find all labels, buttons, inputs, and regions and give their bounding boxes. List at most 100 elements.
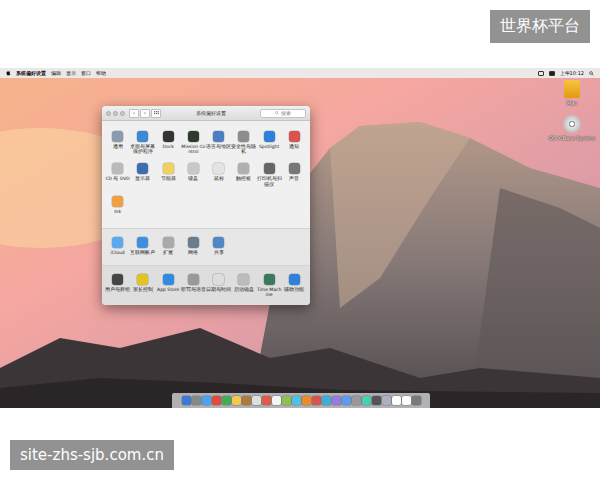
window-title: 系统偏好设置 [165, 110, 256, 116]
show-all-button[interactable] [151, 109, 161, 118]
nav-button[interactable]: › [140, 109, 150, 118]
preference-pane[interactable]: 通用 [105, 131, 130, 154]
preference-pane[interactable]: 听写与语音 [181, 274, 206, 297]
dock-app-icon[interactable] [192, 396, 201, 405]
pane-icon [137, 274, 148, 285]
dock-app-icon[interactable] [252, 396, 261, 405]
pane-label: 节能器 [161, 176, 176, 181]
preference-pane[interactable]: 启动磁盘 [231, 274, 256, 297]
preference-pane[interactable]: 桌面与屏幕保护程序 [130, 131, 155, 154]
preference-pane[interactable]: App Store [156, 274, 181, 297]
dock-app-icon[interactable] [272, 396, 281, 405]
preference-pane[interactable]: 用户与群组 [105, 274, 130, 297]
preference-pane[interactable]: 键盘 [181, 163, 206, 186]
preference-pane[interactable]: 家长控制 [130, 274, 155, 297]
preference-pane[interactable]: 网络 [181, 237, 206, 255]
preference-pane[interactable]: 互联网帐户 [130, 237, 155, 255]
system-preferences-window: ‹› 系统偏好设置搜索通用桌面与屏幕保护程序DockMission Control… [102, 106, 310, 305]
pane-label: 辅助功能 [284, 287, 304, 292]
dock-app-icon[interactable] [332, 396, 341, 405]
apple-icon[interactable] [6, 70, 11, 76]
dock-app-icon[interactable] [202, 396, 211, 405]
disc-icon [563, 115, 581, 133]
pane-label: 网络 [188, 250, 198, 255]
pane-icon [163, 237, 174, 248]
preference-pane[interactable]: 共享 [206, 237, 231, 255]
pane-label: 鼠标 [214, 176, 224, 181]
pane-icon [238, 163, 249, 174]
preference-pane[interactable]: 鼠标 [206, 163, 231, 186]
dock-app-icon[interactable] [222, 396, 231, 405]
close-button[interactable] [106, 111, 111, 116]
watermark: site-zhs-sjb.com.cn [10, 440, 174, 470]
minimize-button[interactable] [113, 111, 118, 116]
input-icon[interactable] [549, 71, 555, 76]
preference-pane[interactable]: Ink [105, 196, 130, 214]
pane-icon [238, 131, 249, 142]
pane-label: Spotlight [259, 144, 279, 149]
pane-icon [112, 274, 123, 285]
dock-app-icon[interactable] [372, 396, 381, 405]
desktop-icon[interactable]: OS X Base System [548, 115, 596, 141]
dock-app-icon[interactable] [262, 396, 271, 405]
pane-label: CD 与 DVD [105, 176, 129, 181]
pane-icon [264, 163, 275, 174]
preference-pane[interactable]: 节能器 [156, 163, 181, 186]
dock-app-icon[interactable] [212, 396, 221, 405]
preference-pane[interactable]: 日期与时间 [206, 274, 231, 297]
preference-pane[interactable]: 显示器 [130, 163, 155, 186]
menu-item[interactable]: 帮助 [96, 70, 106, 76]
dock-app-icon[interactable] [312, 396, 321, 405]
menu-item[interactable]: 窗口 [81, 70, 91, 76]
menu-app-name[interactable]: 系统偏好设置 [16, 70, 46, 76]
pane-icon [137, 163, 148, 174]
dock-app-icon[interactable] [412, 396, 421, 405]
pane-icon [264, 131, 275, 142]
dock-app-icon[interactable] [362, 396, 371, 405]
menu-item[interactable]: 编辑 [51, 70, 61, 76]
spotlight-icon[interactable] [589, 71, 594, 76]
pane-icon [137, 237, 148, 248]
preference-pane[interactable]: 辅助功能 [282, 274, 307, 297]
dock-app-icon[interactable] [302, 396, 311, 405]
desktop-icon[interactable]: Mac [548, 80, 596, 106]
dock-app-icon[interactable] [392, 396, 401, 405]
pane-label: 听写与语音 [181, 287, 206, 292]
pane-icon [188, 163, 199, 174]
search-field[interactable]: 搜索 [260, 109, 306, 118]
menu-clock[interactable]: 上午10:12 [560, 70, 584, 76]
preference-pane[interactable]: Mission Control [181, 131, 206, 154]
preference-pane[interactable]: 扩展 [156, 237, 181, 255]
search-icon [275, 111, 279, 115]
dock-app-icon[interactable] [232, 396, 241, 405]
preference-pane[interactable]: 打印机与扫描仪 [257, 163, 282, 186]
dock-app-icon[interactable] [282, 396, 291, 405]
dock-app-icon[interactable] [182, 396, 191, 405]
preference-pane[interactable]: iCloud [105, 237, 130, 255]
preference-pane[interactable]: 安全性与隐私 [231, 131, 256, 154]
dock-app-icon[interactable] [352, 396, 361, 405]
pane-section: 通用桌面与屏幕保护程序DockMission Control语言与地区安全性与隐… [102, 121, 310, 229]
dock-app-icon[interactable] [382, 396, 391, 405]
pane-icon [264, 274, 275, 285]
dock-app-icon[interactable] [322, 396, 331, 405]
dock-app-icon[interactable] [242, 396, 251, 405]
preference-pane[interactable]: Dock [156, 131, 181, 154]
dock-app-icon[interactable] [292, 396, 301, 405]
preference-pane[interactable]: Spotlight [257, 131, 282, 154]
preference-pane[interactable]: 通知 [282, 131, 307, 154]
nav-button[interactable]: ‹ [129, 109, 139, 118]
dock-app-icon[interactable] [342, 396, 351, 405]
menu-item[interactable]: 显示 [66, 70, 76, 76]
pane-label: iCloud [111, 250, 125, 255]
pane-icon [213, 237, 224, 248]
preference-pane[interactable]: 声音 [282, 163, 307, 186]
preference-pane[interactable]: 触控板 [231, 163, 256, 186]
preference-pane[interactable]: 语言与地区 [206, 131, 231, 154]
zoom-button[interactable] [120, 111, 125, 116]
dock-app-icon[interactable] [402, 396, 411, 405]
preference-pane[interactable]: CD 与 DVD [105, 163, 130, 186]
pane-label: 共享 [214, 250, 224, 255]
preference-pane[interactable]: Time Machine [257, 274, 282, 297]
status-icon[interactable] [538, 71, 544, 76]
